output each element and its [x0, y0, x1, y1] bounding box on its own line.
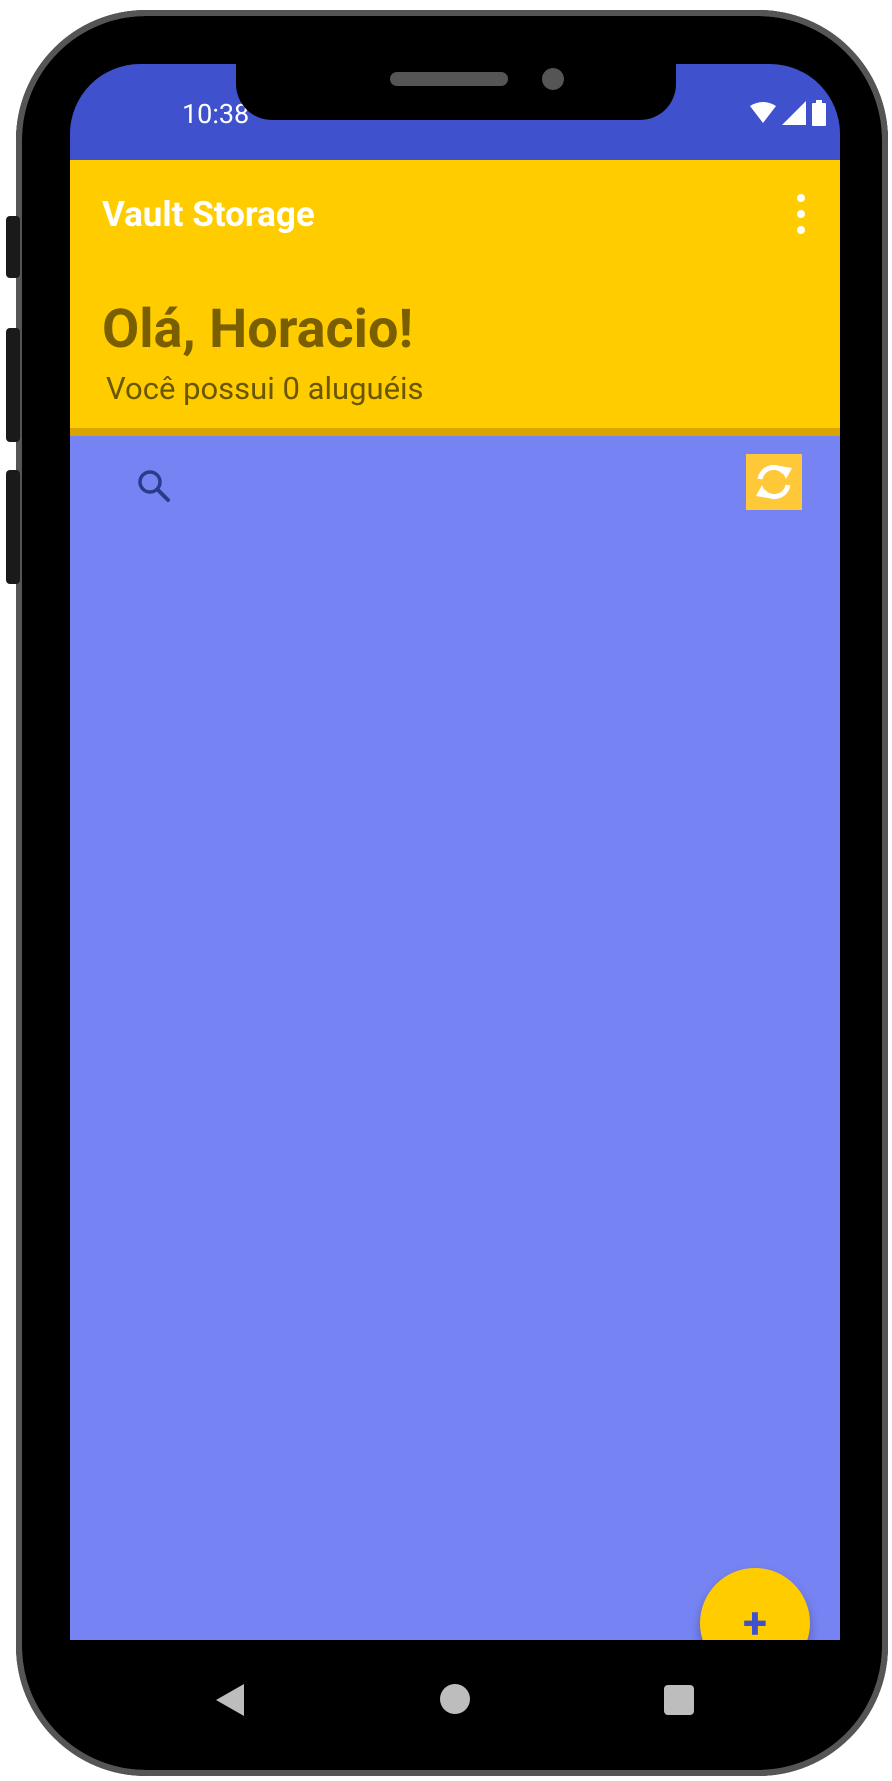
search-icon[interactable] — [134, 466, 178, 510]
app-bar: Vault Storage — [70, 160, 840, 270]
recents-icon[interactable] — [664, 1685, 694, 1715]
signal-icon — [782, 101, 806, 125]
rentals-count-text: Você possui 0 aluguéis — [106, 370, 424, 407]
status-icons — [750, 100, 826, 126]
power-button — [6, 470, 20, 584]
speaker-grille — [390, 72, 508, 86]
greeting-panel: Olá, Horacio! Você possui 0 aluguéis — [70, 270, 840, 436]
plus-icon: + — [743, 1597, 767, 1649]
battery-icon — [812, 100, 826, 126]
home-icon[interactable] — [440, 1684, 470, 1714]
greeting-title: Olá, Horacio! — [102, 298, 414, 361]
back-icon[interactable] — [216, 1684, 244, 1716]
refresh-button[interactable] — [746, 454, 802, 510]
more-vertical-icon[interactable] — [794, 194, 808, 234]
content-area — [70, 436, 840, 1640]
front-camera — [542, 68, 564, 90]
app-title: Vault Storage — [102, 194, 315, 235]
screen: 10:38 Vault Storage Olá, Horacio! Você p… — [70, 64, 840, 1752]
wifi-icon — [750, 102, 776, 123]
volume-down-button — [6, 328, 20, 442]
navigation-bar — [70, 1640, 840, 1752]
status-time: 10:38 — [182, 98, 250, 130]
volume-up-button — [6, 216, 20, 278]
refresh-icon — [756, 464, 792, 500]
camera-notch — [236, 64, 676, 120]
